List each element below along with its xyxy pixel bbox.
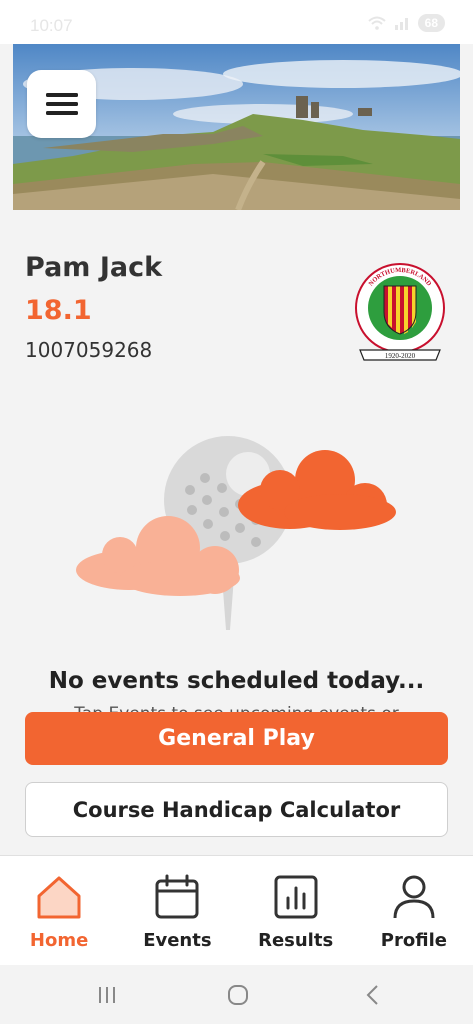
recent-apps-button[interactable]: [95, 983, 119, 1007]
chart-icon: [271, 872, 321, 922]
home-circle-icon: [228, 985, 248, 1005]
recent-apps-icon: [99, 987, 115, 1003]
back-system-button[interactable]: [360, 983, 384, 1007]
nav-label-profile: Profile: [380, 930, 447, 951]
course-handicap-calculator-button[interactable]: Course Handicap Calculator: [25, 782, 448, 837]
handicap-index: 18.1: [25, 295, 92, 326]
nav-item-results[interactable]: Results: [237, 856, 355, 965]
club-logo-years: 1920-2020: [385, 352, 416, 360]
wifi-icon: [367, 16, 386, 30]
status-icons: 68: [367, 14, 445, 32]
nav-item-events[interactable]: Events: [118, 856, 236, 965]
bottom-navigation: Home Events Results Profile: [0, 855, 473, 965]
menu-button[interactable]: [27, 70, 96, 138]
nav-label-home: Home: [29, 930, 89, 951]
no-events-illustration: [70, 430, 410, 640]
back-chevron-icon: [366, 985, 378, 1005]
person-icon: [389, 872, 439, 922]
nav-label-results: Results: [258, 930, 334, 951]
battery-indicator: 68: [417, 14, 445, 32]
status-time: 10:07: [30, 16, 73, 35]
system-navigation-bar: [0, 965, 473, 1024]
nav-item-home[interactable]: Home: [0, 856, 118, 965]
home-system-button[interactable]: [226, 983, 250, 1007]
signal-icon: [394, 18, 408, 30]
hamburger-menu-icon: [45, 93, 78, 115]
nav-item-profile[interactable]: Profile: [355, 856, 473, 965]
member-id: 1007059268: [25, 338, 153, 362]
club-logo: 1920-2020 NORTHUMBERLAND: [350, 262, 450, 367]
home-icon: [34, 872, 84, 922]
player-name: Pam Jack: [25, 252, 163, 283]
calendar-icon: [152, 872, 202, 922]
empty-state-title: No events scheduled today...: [48, 668, 425, 694]
status-bar: 10:07 68: [0, 0, 473, 44]
nav-label-events: Events: [143, 930, 212, 951]
general-play-button[interactable]: General Play: [25, 712, 448, 765]
